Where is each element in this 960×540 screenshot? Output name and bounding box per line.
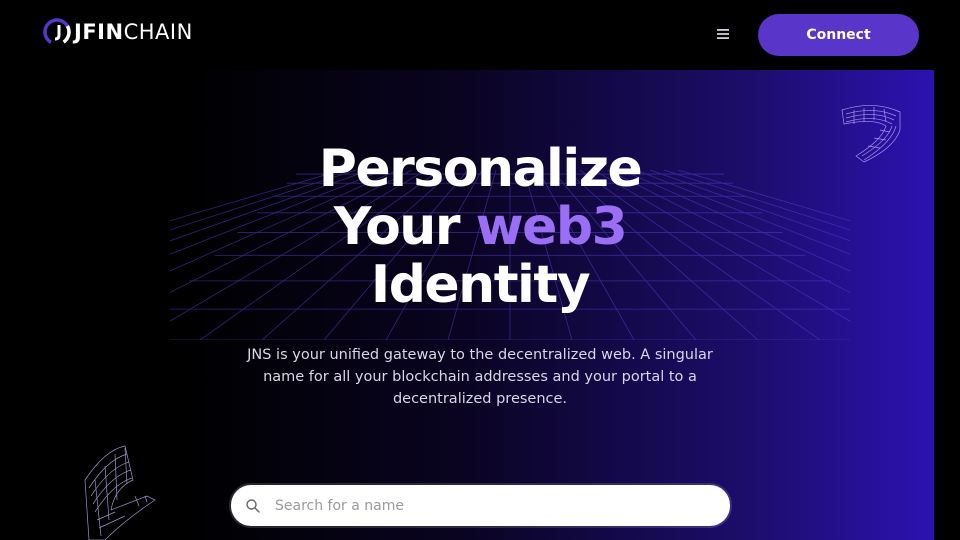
logo-wordmark: JFINCHAIN bbox=[74, 20, 193, 44]
wireframe-ribbon-decoration bbox=[84, 445, 156, 540]
hero-title-web3: web3 bbox=[475, 197, 628, 257]
search-icon bbox=[246, 498, 260, 513]
hero-title: Personalize Your web3 Identity bbox=[0, 140, 960, 314]
top-navigation-bar: JFINCHAIN Connect bbox=[0, 0, 960, 70]
connect-wallet-button[interactable]: Connect bbox=[758, 14, 919, 56]
name-search-bar[interactable] bbox=[231, 485, 730, 526]
jfin-logo-mark-icon bbox=[43, 18, 71, 46]
jfinchain-logo[interactable]: JFINCHAIN bbox=[42, 17, 193, 47]
hero-title-your: Your bbox=[333, 197, 461, 257]
hamburger-menu-icon[interactable] bbox=[715, 26, 731, 42]
hero-title-line3: Identity bbox=[370, 255, 591, 315]
hero-title-line1: Personalize bbox=[318, 139, 643, 199]
logo-text-light: CHAIN bbox=[123, 20, 193, 44]
logo-text-bold: JFIN bbox=[74, 20, 124, 44]
hero-title-line2: Your web3 bbox=[0, 198, 960, 256]
hero-description: JNS is your unified gateway to the decen… bbox=[247, 347, 713, 407]
search-input[interactable] bbox=[275, 497, 695, 514]
